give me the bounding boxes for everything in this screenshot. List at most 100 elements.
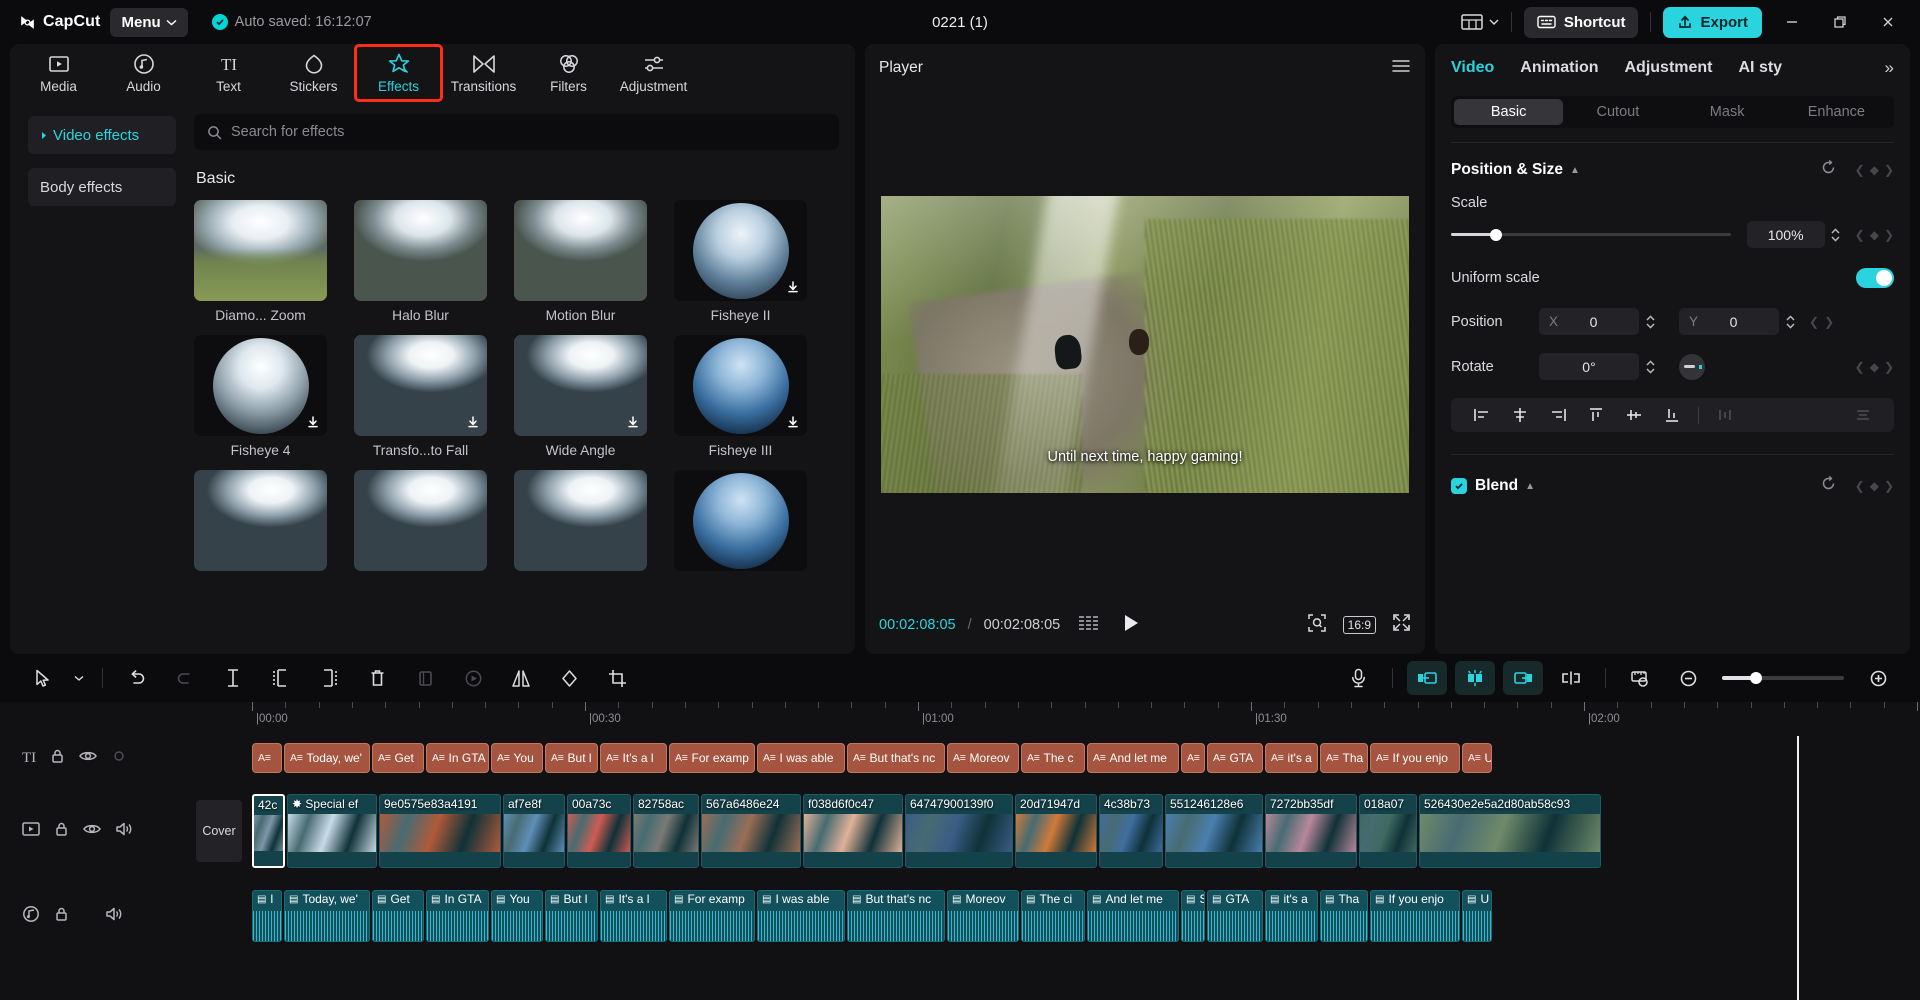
position-y-input[interactable]: Y 0 [1679, 308, 1779, 335]
scale-slider-track[interactable] [1451, 228, 1731, 241]
video-clip[interactable]: 018a07 [1359, 794, 1417, 868]
tab-ai-style[interactable]: AI sty [1739, 59, 1783, 77]
add-keyframe-icon[interactable]: ◆ [1870, 360, 1879, 374]
video-clip[interactable]: 82758ac [633, 794, 699, 868]
tab-filters[interactable]: Filters [526, 46, 611, 100]
reset-button[interactable] [1820, 159, 1837, 181]
tabs-overflow-icon[interactable]: » [1885, 58, 1894, 78]
audio-clip[interactable]: ▤ And let me [1087, 890, 1179, 942]
next-keyframe-icon[interactable]: ❯ [1884, 360, 1894, 374]
download-icon[interactable] [465, 414, 481, 430]
position-keyframe-nav[interactable]: ❮ ❯ [1809, 315, 1834, 329]
effect-card[interactable]: Fisheye III [674, 335, 807, 458]
effect-thumbnail[interactable] [514, 470, 647, 571]
video-clip[interactable]: af7e8f [503, 794, 565, 868]
keyframe-button[interactable] [1547, 661, 1595, 695]
audio-clip[interactable]: ▤ In GTA [426, 890, 489, 942]
prev-keyframe-icon[interactable]: ❮ [1855, 479, 1865, 493]
align-bottom-icon[interactable] [1653, 407, 1691, 423]
effect-card[interactable] [354, 470, 487, 578]
auto-cut-out-button[interactable] [1503, 661, 1543, 695]
effect-card[interactable] [514, 470, 647, 578]
effect-thumbnail[interactable] [514, 335, 647, 436]
video-clip[interactable]: 7272bb35df [1265, 794, 1357, 868]
category-video-effects[interactable]: Video effects [28, 116, 176, 154]
audio-track-lock-icon[interactable] [54, 906, 69, 927]
collapse-caret-icon[interactable]: ▲ [1570, 165, 1580, 176]
rotate-keyframe-nav[interactable]: ❮ ◆ ❯ [1855, 360, 1894, 374]
redo-button[interactable] [161, 661, 209, 695]
rotate-dial[interactable] [1679, 353, 1705, 380]
aspect-ratio-button[interactable]: 16:9 [1342, 616, 1376, 634]
video-clip[interactable]: 567a6486e24 [701, 794, 801, 868]
tab-video[interactable]: Video [1451, 59, 1494, 77]
auto-cut-in-button[interactable] [1407, 661, 1447, 695]
download-icon[interactable] [785, 279, 801, 295]
audio-clip[interactable]: ▤ l [252, 890, 282, 942]
text-clip[interactable]: A≡ I was able [757, 743, 845, 773]
segment-basic[interactable]: Basic [1454, 99, 1564, 125]
uniform-scale-toggle[interactable] [1856, 268, 1894, 288]
video-clip[interactable]: 64747900139f0 [905, 794, 1013, 868]
select-tool-dropdown[interactable] [66, 661, 92, 695]
video-clip[interactable]: 42c [252, 794, 285, 868]
tab-audio[interactable]: Audio [101, 46, 186, 100]
next-keyframe-icon[interactable]: ❯ [1824, 315, 1834, 329]
audio-clip[interactable]: ▤ But l [545, 890, 598, 942]
position-x-input[interactable]: X 0 [1539, 308, 1639, 335]
prev-keyframe-icon[interactable]: ❮ [1809, 315, 1819, 329]
trim-start-button[interactable] [257, 661, 305, 695]
prev-keyframe-icon[interactable]: ❮ [1855, 163, 1865, 177]
add-keyframe-icon[interactable]: ◆ [1870, 479, 1879, 493]
tab-transitions[interactable]: Transitions [441, 46, 526, 100]
align-left-icon[interactable] [1463, 407, 1501, 423]
minimize-button[interactable] [1774, 7, 1810, 37]
video-clip[interactable]: 9e0575e83a4191 [379, 794, 501, 868]
crop-button[interactable] [593, 661, 641, 695]
text-clip[interactable]: A≡ [1181, 743, 1205, 773]
prev-keyframe-icon[interactable]: ❮ [1855, 228, 1865, 242]
export-button[interactable]: Export [1663, 6, 1762, 38]
audio-clip[interactable]: ▤ But that's nc [847, 890, 945, 942]
text-clip[interactable]: A≡ If you enjo [1370, 743, 1460, 773]
text-clip[interactable]: A≡ For examp [669, 743, 755, 773]
next-keyframe-icon[interactable]: ❯ [1884, 479, 1894, 493]
segment-enhance[interactable]: Enhance [1782, 99, 1891, 125]
split-button[interactable] [209, 661, 257, 695]
text-clip[interactable]: A≡ You [491, 743, 543, 773]
align-center-vertical-icon[interactable] [1615, 407, 1653, 423]
text-clip[interactable]: A≡ GTA [1207, 743, 1263, 773]
audio-clip[interactable]: ▤ If you enjo [1370, 890, 1460, 942]
tab-stickers[interactable]: Stickers [271, 46, 356, 100]
next-keyframe-icon[interactable]: ❯ [1884, 228, 1894, 242]
align-center-horizontal-icon[interactable] [1501, 407, 1539, 423]
cover-button[interactable]: Cover [196, 800, 242, 862]
blend-checkbox[interactable] [1451, 478, 1467, 494]
add-keyframe-icon[interactable]: ◆ [1870, 163, 1879, 177]
video-clip[interactable]: ✸ Special ef [287, 794, 377, 868]
audio-clip[interactable]: ▤ Today, we' [284, 890, 370, 942]
close-button[interactable] [1870, 7, 1906, 37]
video-track-lock-icon[interactable] [54, 821, 69, 842]
text-track-lock-icon[interactable] [50, 748, 65, 769]
audio-clip[interactable]: ▤ U [1462, 890, 1492, 942]
player-menu-button[interactable] [1391, 58, 1411, 79]
effect-card[interactable]: Wide Angle [514, 335, 647, 458]
distribute-horizontal-icon[interactable] [1706, 407, 1744, 423]
text-clip[interactable]: A≡ Today, we' [284, 743, 370, 773]
text-clip[interactable]: A≡ In GTA [426, 743, 489, 773]
text-clip[interactable]: A≡ [252, 743, 282, 773]
effect-card[interactable] [674, 470, 807, 578]
tab-effects[interactable]: Effects [354, 44, 443, 102]
menu-button[interactable]: Menu [110, 7, 188, 37]
video-track-volume-icon[interactable] [115, 821, 133, 842]
snapshot-button[interactable] [1307, 613, 1327, 638]
scale-value-input[interactable]: 100% [1746, 221, 1825, 248]
audio-clip[interactable]: ▤ Moreov [947, 890, 1019, 942]
download-icon[interactable] [625, 414, 641, 430]
rotate-value-input[interactable]: 0° [1539, 353, 1639, 380]
freeze-frame-button[interactable] [449, 661, 497, 695]
effect-card[interactable]: Fisheye 4 [194, 335, 327, 458]
effect-thumbnail[interactable] [514, 200, 647, 301]
video-clip[interactable]: 526430e2e5a2d80ab58c93 [1419, 794, 1601, 868]
